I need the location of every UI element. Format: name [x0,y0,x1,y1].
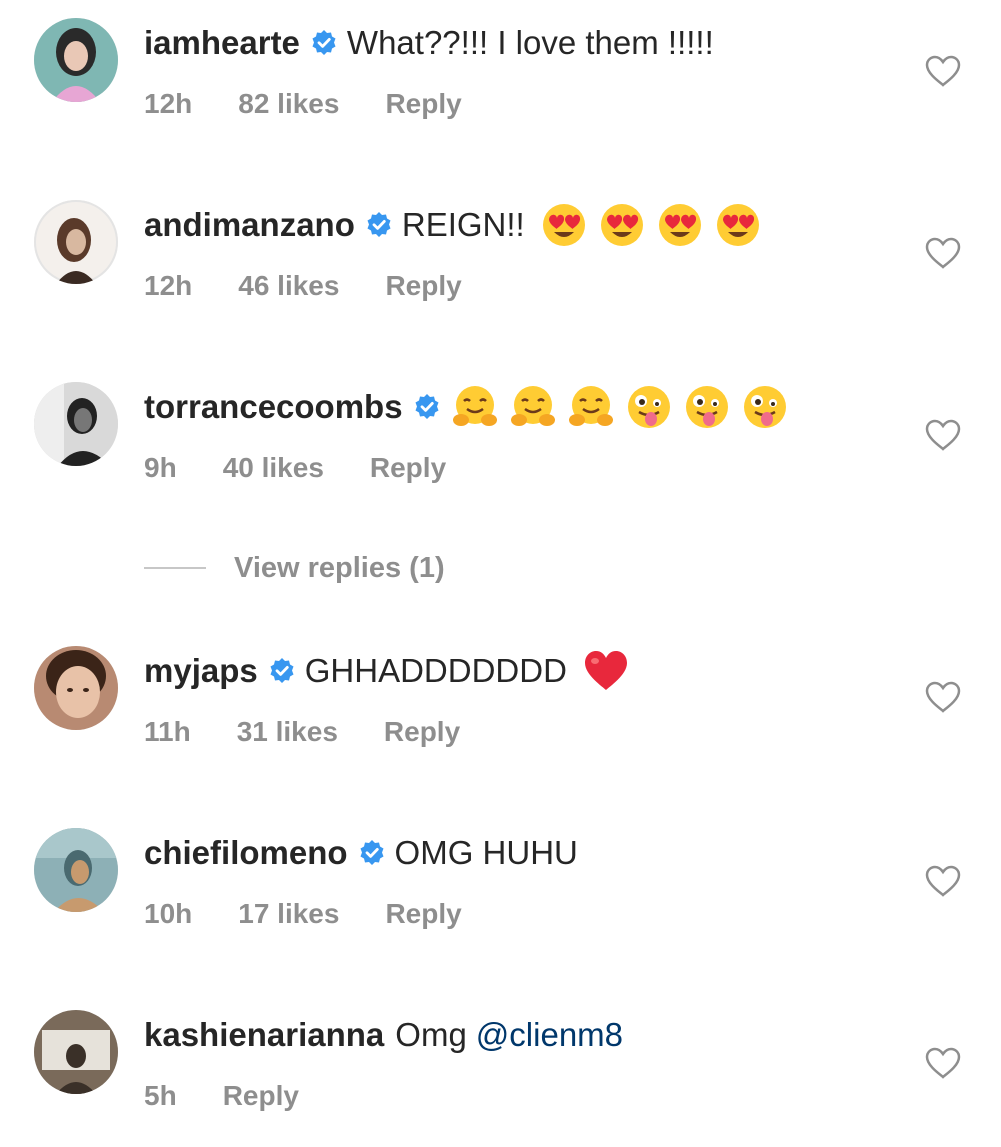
heart-eyes-emoji [715,202,761,248]
verified-badge-icon [310,29,338,57]
comment-username[interactable]: iamhearte [144,18,300,68]
comment-item: myjaps GHHADDDDDDD 11h 31 likes Reply [0,646,1001,776]
comment-item: kashienarianna Omg @clienm8 5h Reply [0,1010,1001,1140]
comment-time: 12h [144,88,193,119]
likes-count-button[interactable]: 31 likes [237,716,338,748]
comment-username[interactable]: kashienarianna [144,1010,384,1060]
comment-text: Omg [395,1016,467,1053]
like-heart-icon[interactable] [924,1046,962,1080]
like-heart-icon[interactable] [924,54,962,88]
view-replies-button[interactable]: View replies (1) [144,546,445,590]
comment-time: 5h [144,1080,177,1111]
comment-text: What??!!! I love them !!!!! [346,24,714,61]
hugging-emoji [452,384,498,430]
likes-count-button[interactable]: 82 likes [238,88,339,120]
mention-link[interactable]: @clienm8 [476,1010,623,1060]
hugging-emoji [510,384,556,430]
emoji-row [583,648,641,694]
reply-button[interactable]: Reply [223,1080,299,1112]
like-heart-icon[interactable] [924,680,962,714]
view-replies-divider [144,567,206,569]
comment-item: iamhearte What??!!! I love them !!!!! 12… [0,18,1001,148]
comment-line: torrancecoombs [144,382,800,432]
comment-time: 10h [144,898,193,929]
comment-username[interactable]: andimanzano [144,200,355,250]
heart-eyes-emoji [657,202,703,248]
verified-badge-icon [413,393,441,421]
comment-meta: 9h 40 likes Reply [144,448,492,488]
zany-emoji [626,384,672,430]
zany-emoji [742,384,788,430]
verified-badge-icon [365,211,393,239]
reply-button[interactable]: Reply [385,270,461,302]
like-heart-icon[interactable] [924,236,962,270]
comment-text: REIGN!! [401,206,525,243]
comment-text: GHHADDDDDDD [304,652,567,689]
avatar[interactable] [34,382,118,466]
avatar[interactable] [34,200,118,284]
comment-time: 12h [144,270,193,301]
comment-line: iamhearte What??!!! I love them !!!!! [144,18,714,68]
comment-meta: 5h Reply [144,1076,345,1116]
comment-line: andimanzano REIGN!! [144,200,773,250]
comment-meta: 12h 82 likes Reply [144,84,508,124]
reply-button[interactable]: Reply [385,88,461,120]
zany-emoji [684,384,730,430]
likes-count-button[interactable]: 40 likes [223,452,324,484]
avatar[interactable] [34,646,118,730]
comment-text: OMG HUHU [394,834,578,871]
comment-line: chiefilomeno OMG HUHU [144,828,578,878]
red-heart-emoji [583,648,629,694]
emoji-row [452,384,800,430]
comment-meta: 11h 31 likes Reply [144,712,506,752]
comment-username[interactable]: torrancecoombs [144,382,403,432]
reply-button[interactable]: Reply [370,452,446,484]
avatar[interactable] [34,18,118,102]
verified-badge-icon [358,839,386,867]
comment-username[interactable]: myjaps [144,646,258,696]
avatar[interactable] [34,1010,118,1094]
comment-item: torrancecoombs 9h 40 likes Reply [0,382,1001,512]
hugging-emoji [568,384,614,430]
like-heart-icon[interactable] [924,864,962,898]
avatar[interactable] [34,828,118,912]
comment-meta: 12h 46 likes Reply [144,266,508,306]
emoji-row [541,202,773,248]
comment-username[interactable]: chiefilomeno [144,828,348,878]
comment-line: kashienarianna Omg @clienm8 [144,1010,623,1060]
likes-count-button[interactable]: 17 likes [238,898,339,930]
likes-count-button[interactable]: 46 likes [238,270,339,302]
comment-line: myjaps GHHADDDDDDD [144,646,641,696]
reply-button[interactable]: Reply [384,716,460,748]
comment-item: andimanzano REIGN!! 12h 46 likes Reply [0,200,1001,330]
comment-time: 11h [144,716,191,747]
comment-item: chiefilomeno OMG HUHU 10h 17 likes Reply [0,828,1001,958]
like-heart-icon[interactable] [924,418,962,452]
verified-badge-icon [268,657,296,685]
view-replies-label: View replies (1) [234,551,445,584]
reply-button[interactable]: Reply [385,898,461,930]
comment-meta: 10h 17 likes Reply [144,894,508,934]
heart-eyes-emoji [599,202,645,248]
comment-time: 9h [144,452,177,483]
heart-eyes-emoji [541,202,587,248]
